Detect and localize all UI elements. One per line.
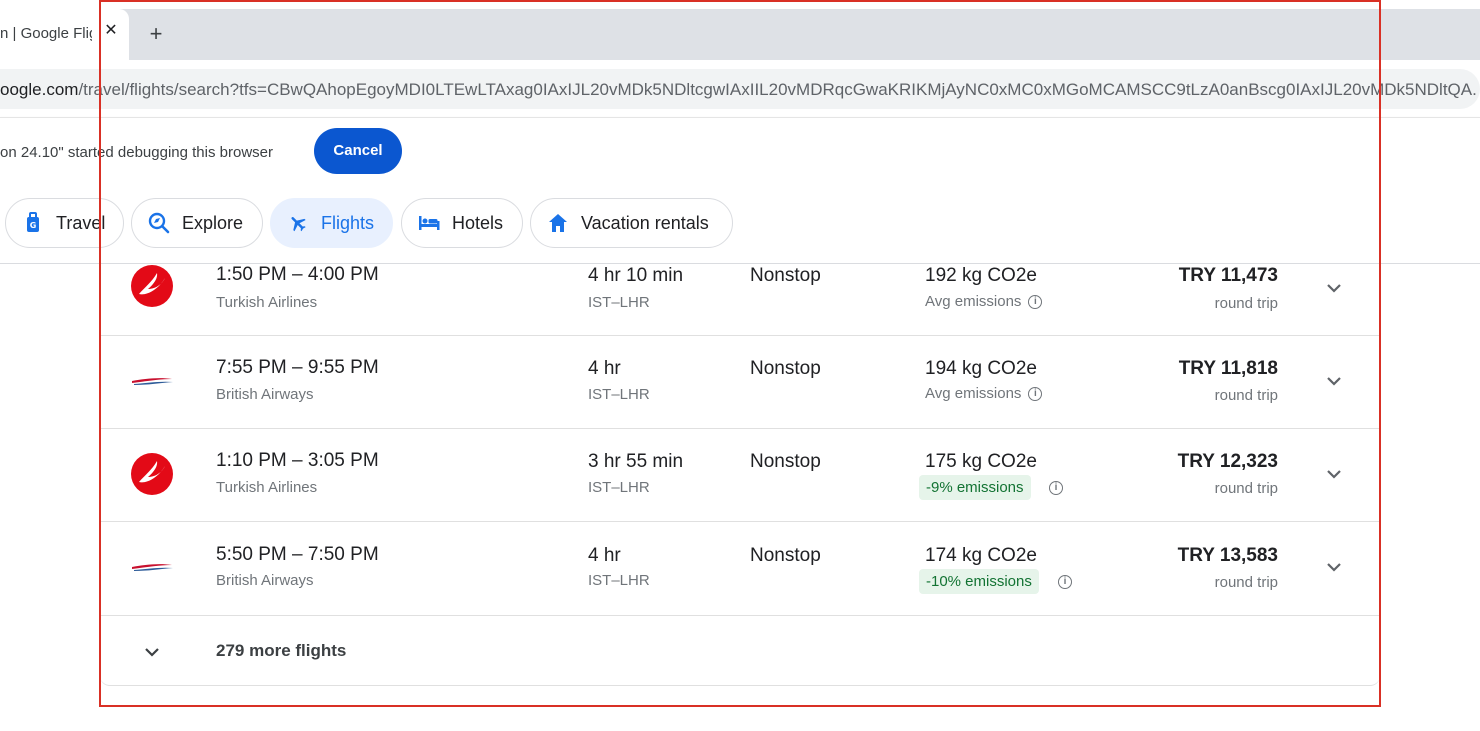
british-airways-logo-icon: [130, 546, 174, 590]
bed-icon: [418, 212, 440, 234]
flight-route: IST–LHR: [588, 294, 650, 311]
emissions-label: Avg emissions i: [925, 293, 1043, 310]
flight-times: 5:50 PM – 7:50 PM: [216, 544, 379, 565]
flight-stops: Nonstop: [750, 265, 821, 286]
co2-amount: 192 kg CO2e: [925, 265, 1037, 286]
chevron-down-icon[interactable]: [1322, 462, 1346, 486]
co2-amount: 175 kg CO2e: [925, 451, 1037, 472]
flight-times: 7:55 PM – 9:55 PM: [216, 357, 379, 378]
flight-row[interactable]: 1:50 PM – 4:00 PM Turkish Airlines 4 hr …: [100, 264, 1380, 336]
british-airways-logo-icon: [130, 360, 174, 404]
flight-times: 1:50 PM – 4:00 PM: [216, 264, 379, 285]
airline-name: British Airways: [216, 572, 314, 589]
flight-times: 1:10 PM – 3:05 PM: [216, 450, 379, 471]
flight-duration: 4 hr: [588, 358, 621, 379]
flight-price: TRY 12,323: [1177, 451, 1278, 472]
debugging-infobar: on 24.10" started debugging this browser…: [0, 117, 1480, 184]
chevron-down-icon[interactable]: [1322, 369, 1346, 393]
flight-price: TRY 13,583: [1177, 545, 1278, 566]
chip-vacation-label: Vacation rentals: [581, 212, 709, 233]
flight-duration: 4 hr 10 min: [588, 265, 684, 286]
turkish-airlines-logo-icon: [130, 264, 174, 308]
price-note: round trip: [1214, 295, 1278, 312]
co2-amount: 174 kg CO2e: [925, 545, 1037, 566]
flight-row[interactable]: 5:50 PM – 7:50 PM British Airways 4 hr I…: [100, 522, 1380, 616]
tab-title: n | Google Flig: [0, 25, 92, 42]
chevron-down-icon[interactable]: [1322, 555, 1346, 579]
url-domain: oogle.com: [0, 80, 79, 99]
emissions-text: Avg emissions: [925, 293, 1022, 310]
chip-explore[interactable]: Explore: [131, 198, 263, 248]
infobar-message: on 24.10" started debugging this browser: [0, 144, 274, 161]
product-nav: G Travel Explore Flights Hotels Vacation…: [0, 184, 1480, 264]
info-icon[interactable]: i: [1049, 481, 1063, 495]
flight-stops: Nonstop: [750, 358, 821, 379]
flight-route: IST–LHR: [588, 386, 650, 403]
explore-search-icon: [148, 212, 170, 234]
flight-route: IST–LHR: [588, 572, 650, 589]
chip-vacation-rentals[interactable]: Vacation rentals: [530, 198, 733, 248]
url-text[interactable]: oogle.com/travel/flights/search?tfs=CBwQ…: [0, 80, 1476, 100]
airplane-icon: [287, 212, 309, 234]
more-flights-label: 279 more flights: [216, 641, 347, 660]
flight-duration: 4 hr: [588, 545, 621, 566]
airline-name: Turkish Airlines: [216, 479, 318, 496]
cancel-button[interactable]: Cancel: [314, 128, 402, 174]
flight-row[interactable]: 1:10 PM – 3:05 PM Turkish Airlines 3 hr …: [100, 429, 1380, 522]
chevron-down-icon[interactable]: [1322, 276, 1346, 300]
price-note: round trip: [1214, 574, 1278, 591]
flight-duration: 3 hr 55 min: [588, 451, 684, 472]
airline-name: Turkish Airlines: [216, 294, 318, 311]
info-icon[interactable]: i: [1028, 294, 1043, 309]
price-note: round trip: [1214, 480, 1278, 497]
house-icon: [547, 212, 569, 234]
chip-flights-label: Flights: [321, 212, 375, 233]
chip-hotels[interactable]: Hotels: [401, 198, 523, 248]
info-icon[interactable]: i: [1028, 386, 1043, 401]
chip-travel[interactable]: G Travel: [5, 198, 124, 248]
new-tab-icon[interactable]: +: [144, 22, 168, 46]
flight-stops: Nonstop: [750, 545, 821, 566]
airline-name: British Airways: [216, 386, 314, 403]
emissions-text: Avg emissions: [925, 385, 1022, 402]
tabstrip-background: [0, 9, 1480, 60]
flight-price: TRY 11,818: [1178, 358, 1278, 379]
flight-route: IST–LHR: [588, 479, 650, 496]
info-icon[interactable]: i: [1058, 575, 1072, 589]
chevron-down-icon[interactable]: [140, 640, 164, 664]
emissions-label: Avg emissions i: [925, 385, 1043, 402]
svg-text:G: G: [30, 221, 37, 230]
address-bar: oogle.com/travel/flights/search?tfs=CBwQ…: [0, 60, 1480, 117]
flight-price: TRY 11,473: [1178, 265, 1278, 286]
browser-tab[interactable]: n | Google Flig ✕: [0, 9, 129, 60]
chip-hotels-label: Hotels: [452, 212, 504, 233]
tab-close-icon[interactable]: ✕: [102, 22, 120, 40]
chip-travel-label: Travel: [56, 212, 106, 233]
emissions-badge: -10% emissions: [919, 569, 1039, 594]
url-path: /travel/flights/search?tfs=CBwQAhopEgoyM…: [78, 80, 1476, 99]
emissions-badge: -9% emissions: [919, 475, 1031, 500]
chip-explore-label: Explore: [182, 212, 244, 233]
price-note: round trip: [1214, 387, 1278, 404]
flight-stops: Nonstop: [750, 451, 821, 472]
omnibox[interactable]: oogle.com/travel/flights/search?tfs=CBwQ…: [0, 69, 1480, 109]
more-flights-row[interactable]: 279 more flights: [100, 616, 1380, 686]
co2-amount: 194 kg CO2e: [925, 358, 1037, 379]
chip-flights[interactable]: Flights: [270, 198, 393, 248]
luggage-icon: G: [22, 212, 44, 234]
flight-row[interactable]: 7:55 PM – 9:55 PM British Airways 4 hr I…: [100, 336, 1380, 429]
turkish-airlines-logo-icon: [130, 452, 174, 496]
browser-tabstrip: n | Google Flig ✕ +: [0, 0, 1480, 60]
